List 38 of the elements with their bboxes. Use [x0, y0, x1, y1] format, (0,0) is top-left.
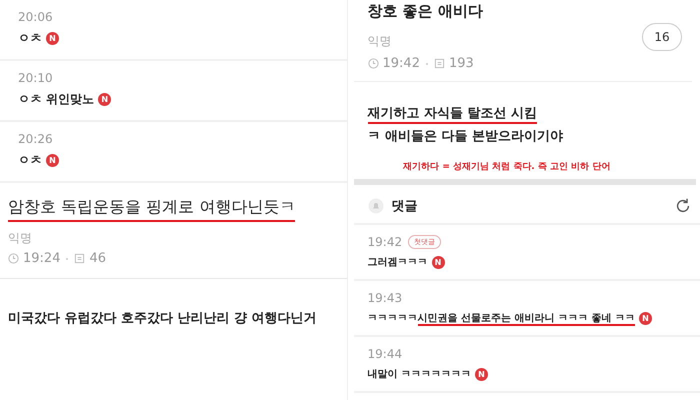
post-time: 19:24 [23, 251, 60, 266]
author-name: 익명 [368, 33, 392, 50]
post-body-line: ㅋ 애비들은 다들 본받으라이기야 [368, 128, 564, 145]
comment-text: 그러겜ㅋㅋㅋ [368, 256, 428, 269]
bell-icon [368, 198, 384, 214]
comment-time: 20:06 [18, 10, 54, 24]
comment-text: ㅇㅊ [18, 30, 42, 47]
new-badge: N [46, 32, 59, 45]
view-count: 193 [448, 56, 474, 71]
refresh-icon[interactable] [674, 197, 692, 215]
comment-time: 20:26 [18, 132, 54, 146]
new-badge: N [432, 256, 444, 268]
comment-text: ㅋㅋㅋㅋㅋ시민권을 선물로주는 애비라니 ㅋㅋㅋ 좋네 ㅋㅋ [368, 312, 635, 325]
comment-time: 19:43 [368, 291, 402, 305]
document-icon [74, 253, 86, 264]
new-badge: N [474, 368, 488, 380]
comments-header: 댓글 [392, 198, 418, 215]
comment-text: ㅇㅊ 위인맞노 [18, 91, 94, 108]
new-badge: N [98, 93, 112, 106]
clock-icon [8, 253, 19, 264]
post-title: 창호 좋은 애비다 [368, 2, 483, 22]
comment-time: 20:10 [18, 71, 54, 85]
document-icon [434, 58, 445, 69]
comment-time: 19:44 [368, 347, 402, 361]
comment-count-bubble[interactable]: 16 [642, 22, 682, 50]
post-body-line: 재기하고 자식들 탈조선 시킴 [368, 104, 538, 124]
new-badge: N [46, 154, 59, 167]
comment-text: 내말이 ㅋㅋㅋㅋㅋㅋㅋ [368, 368, 471, 381]
post-title: 암창호 독립운동을 핑계로 여행다닌듯ㅋ [8, 197, 296, 222]
annotation-text: 재기하다 = 성재기님 처럼 죽다. 즉 고인 비하 단어 [403, 161, 610, 173]
post-body: 미국갔다 유럽갔다 호주갔다 난리난리 걍 여행다닌거 [7, 310, 318, 327]
author-name: 익명 [8, 230, 33, 247]
new-badge: N [638, 312, 652, 324]
comment-text: ㅇㅊ [18, 152, 42, 169]
clock-icon [368, 58, 378, 69]
view-count: 46 [89, 251, 106, 266]
post-time: 19:42 [382, 56, 420, 71]
comment-time: 19:42 [368, 235, 402, 249]
